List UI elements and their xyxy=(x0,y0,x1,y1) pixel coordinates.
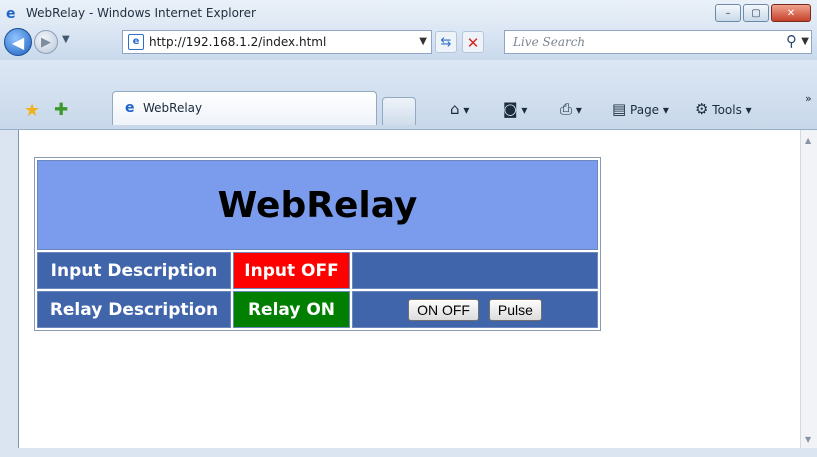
gear-icon: ⚙ xyxy=(695,100,709,118)
feed-icon: ◙ xyxy=(503,100,518,118)
tools-menu-label: Tools xyxy=(712,103,742,117)
address-bar[interactable]: e http://192.168.1.2/index.html ▼ xyxy=(122,30,432,54)
tools-menu-button[interactable]: ⚙ Tools ▾ xyxy=(695,100,752,118)
input-row: Input Description Input OFF xyxy=(37,252,598,289)
vertical-scrollbar[interactable]: ▲ ▼ xyxy=(800,130,817,448)
page-menu-icon: ▤ xyxy=(612,100,627,118)
print-button[interactable]: ⎙ ▾ xyxy=(560,100,582,118)
search-icon[interactable]: ⚲ xyxy=(786,32,797,50)
minimize-button[interactable]: – xyxy=(715,4,741,22)
toolbar-overflow-icon[interactable]: » xyxy=(805,92,812,105)
tab-bar: ★ ✚ e WebRelay ⌂ ▾ ◙ ▾ ⎙ ▾ ▤ Page ▾ ⚙ To… xyxy=(0,60,817,130)
home-icon: ⌂ xyxy=(450,100,460,118)
relay-row: Relay Description Relay ON ON OFF Pulse xyxy=(37,291,598,328)
page-menu-button[interactable]: ▤ Page ▾ xyxy=(612,100,669,118)
relay-description-label: Relay Description xyxy=(37,291,231,328)
page-icon: e xyxy=(128,34,144,50)
window-frame-bottom xyxy=(0,448,817,457)
refresh-button[interactable]: ⇆ xyxy=(435,31,457,53)
address-input[interactable]: http://192.168.1.2/index.html xyxy=(149,35,326,49)
page-content: WebRelay Input Description Input OFF Rel… xyxy=(18,130,800,448)
stop-icon: ✕ xyxy=(466,34,480,52)
page-menu-label: Page xyxy=(630,103,660,117)
window-frame-left xyxy=(0,130,18,457)
home-button[interactable]: ⌂ ▾ xyxy=(450,100,469,118)
scroll-up-icon[interactable]: ▲ xyxy=(805,136,811,145)
input-status-badge: Input OFF xyxy=(233,252,350,289)
window-controls: – ▢ ✕ xyxy=(713,4,811,22)
print-icon: ⎙ xyxy=(560,100,573,118)
webrelay-table: WebRelay Input Description Input OFF Rel… xyxy=(34,157,601,331)
relay-actions: ON OFF Pulse xyxy=(352,291,598,328)
close-button[interactable]: ✕ xyxy=(771,4,811,22)
refresh-icon: ⇆ xyxy=(440,35,452,50)
add-favorites-icon[interactable]: ✚ xyxy=(54,100,68,120)
back-button[interactable]: ◀ xyxy=(4,28,32,56)
ie-logo-icon: e xyxy=(6,6,16,22)
search-box[interactable]: Live Search ⚲ ▼ xyxy=(504,30,812,54)
navigation-bar: ◀ ▶ ▼ e http://192.168.1.2/index.html ▼ … xyxy=(0,24,817,60)
maximize-button[interactable]: ▢ xyxy=(743,4,769,22)
recent-pages-dropdown-icon[interactable]: ▼ xyxy=(62,34,70,45)
forward-arrow-icon: ▶ xyxy=(41,35,51,50)
scroll-down-icon[interactable]: ▼ xyxy=(805,435,811,444)
input-empty-cell xyxy=(352,252,598,289)
input-description-label: Input Description xyxy=(37,252,231,289)
address-dropdown-icon[interactable]: ▼ xyxy=(419,36,427,47)
pulse-button[interactable]: Pulse xyxy=(488,298,542,321)
tab-label: WebRelay xyxy=(143,101,203,115)
search-input[interactable]: Live Search xyxy=(513,35,585,49)
search-dropdown-icon[interactable]: ▼ xyxy=(801,36,809,47)
on-off-button[interactable]: ON OFF xyxy=(408,298,479,321)
stop-button[interactable]: ✕ xyxy=(462,31,484,53)
forward-button[interactable]: ▶ xyxy=(34,30,58,54)
back-arrow-icon: ◀ xyxy=(11,33,25,52)
window-title: WebRelay - Windows Internet Explorer xyxy=(26,6,256,20)
tab-webrelay[interactable]: e WebRelay xyxy=(112,91,377,125)
favorites-star-icon[interactable]: ★ xyxy=(24,100,40,121)
relay-status-badge: Relay ON xyxy=(233,291,350,328)
feeds-button[interactable]: ◙ ▾ xyxy=(503,100,527,118)
page-title: WebRelay xyxy=(37,160,598,250)
new-tab-button[interactable] xyxy=(382,97,416,125)
ie-page-icon: e xyxy=(125,100,135,116)
